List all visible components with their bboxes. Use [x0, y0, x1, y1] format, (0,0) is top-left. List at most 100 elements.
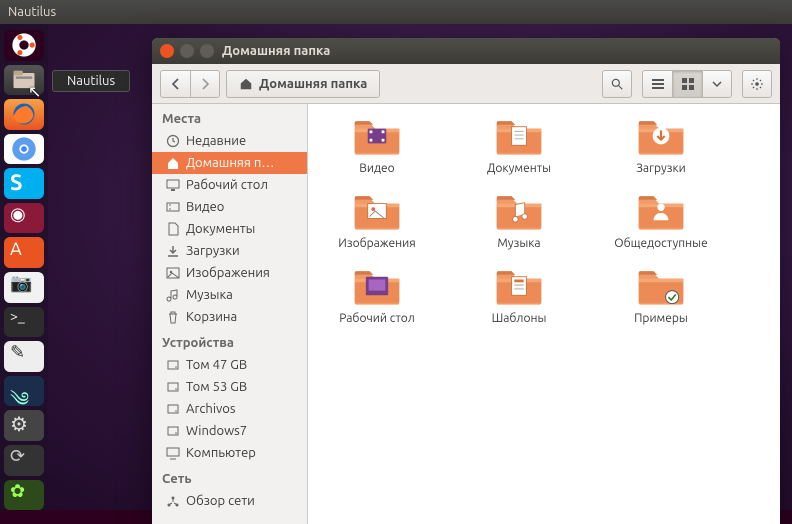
sidebar-item-label: Корзина	[186, 310, 237, 324]
launcher-updates[interactable]: ⟳	[4, 445, 44, 476]
sidebar-item-label: Том 53 GB	[186, 380, 247, 394]
view-grid-button[interactable]	[672, 70, 702, 98]
sidebar-item-label: Документы	[186, 222, 255, 236]
launcher-screenshot[interactable]: 📷	[4, 272, 44, 303]
launcher-app1[interactable]: ◉	[4, 203, 44, 234]
sidebar-header-places: Места	[152, 104, 307, 130]
skype-icon: S	[10, 170, 38, 198]
folder-5[interactable]: Общедоступные	[606, 189, 716, 250]
search-icon	[610, 77, 624, 91]
window-content: Места НедавниеДомашняя п…Рабочий столВид…	[152, 104, 780, 524]
sidebar-item-places-3[interactable]: Видео	[152, 196, 307, 218]
update-icon: ⟳	[10, 446, 38, 474]
disk-icon	[166, 424, 180, 438]
launcher-app3[interactable]: ✿	[4, 480, 44, 511]
back-button[interactable]	[160, 70, 190, 98]
folder-1[interactable]: Документы	[464, 114, 574, 175]
chevron-down-icon	[712, 79, 722, 89]
terminal-icon: >_	[10, 308, 38, 336]
camera-icon: 📷	[10, 273, 38, 301]
disk-icon	[166, 380, 180, 394]
firefox-icon	[10, 100, 38, 128]
path-button[interactable]: Домашняя папка	[226, 70, 380, 98]
sidebar-item-label: Windows7	[186, 424, 247, 438]
home-icon	[239, 77, 253, 91]
sidebar-item-places-1[interactable]: Домашняя п…	[152, 152, 307, 174]
download-icon	[166, 244, 180, 258]
launcher-app2[interactable]: ༄	[4, 376, 44, 407]
panel-app-name: Nautilus	[8, 5, 56, 19]
window-titlebar[interactable]: Домашняя папка	[152, 38, 780, 64]
folder-icon	[635, 264, 687, 308]
sidebar-item-places-8[interactable]: Корзина	[152, 306, 307, 328]
sidebar-item-places-6[interactable]: Изображения	[152, 262, 307, 284]
minimize-button[interactable]	[180, 44, 194, 58]
sidebar-item-places-4[interactable]: Документы	[152, 218, 307, 240]
folder-icon	[351, 189, 403, 233]
sidebar-item-devices-2[interactable]: Archivos	[152, 398, 307, 420]
trash-icon	[166, 310, 180, 324]
folder-label: Общедоступные	[614, 237, 707, 250]
swirl-icon: ༄	[10, 377, 38, 405]
folder-icon	[493, 264, 545, 308]
folder-7[interactable]: Шаблоны	[464, 264, 574, 325]
launcher-software[interactable]: A	[4, 237, 44, 268]
sidebar-item-places-7[interactable]: Музыка	[152, 284, 307, 306]
folder-icon	[351, 264, 403, 308]
sidebar-item-label: Видео	[186, 200, 224, 214]
launcher-chromium[interactable]	[4, 134, 44, 165]
maximize-button[interactable]	[200, 44, 214, 58]
sidebar-item-label: Загрузки	[186, 244, 240, 258]
launcher-skype[interactable]: S	[4, 168, 44, 199]
sidebar-item-label: Недавние	[186, 134, 246, 148]
sidebar-item-devices-0[interactable]: Том 47 GB	[152, 354, 307, 376]
sidebar-item-label: Рабочий стол	[186, 178, 268, 192]
gear-icon	[750, 77, 764, 91]
launcher-terminal[interactable]: >_	[4, 307, 44, 338]
disk-icon	[166, 358, 180, 372]
sidebar-item-label: Компьютер	[186, 446, 256, 460]
menu-button[interactable]	[742, 70, 772, 98]
forward-button[interactable]	[190, 70, 220, 98]
launcher-firefox[interactable]	[4, 99, 44, 130]
view-dropdown-button[interactable]	[702, 70, 732, 98]
folder-label: Примеры	[634, 312, 688, 325]
green-icon: ✿	[10, 481, 38, 509]
launcher-dash[interactable]	[4, 30, 44, 61]
folder-label: Шаблоны	[492, 312, 547, 325]
sidebar-item-devices-4[interactable]: Компьютер	[152, 442, 307, 464]
icon-view[interactable]: Видео Документы Загрузки Изображения Музыка О…	[308, 104, 780, 524]
sidebar-item-devices-1[interactable]: Том 53 GB	[152, 376, 307, 398]
folder-label: Рабочий стол	[339, 312, 415, 325]
folder-label: Музыка	[497, 237, 540, 250]
sidebar-item-devices-3[interactable]: Windows7	[152, 420, 307, 442]
sidebar-item-places-0[interactable]: Недавние	[152, 130, 307, 152]
folder-icon	[635, 114, 687, 158]
grid-icon	[681, 77, 695, 91]
chevron-left-icon	[170, 78, 182, 90]
folder-3[interactable]: Изображения	[322, 189, 432, 250]
disk-icon	[166, 402, 180, 416]
folder-4[interactable]: Музыка	[464, 189, 574, 250]
close-button[interactable]	[160, 44, 174, 58]
view-mode-group	[642, 70, 732, 98]
sidebar-item-places-5[interactable]: Загрузки	[152, 240, 307, 262]
computer-icon	[166, 446, 180, 460]
folder-8[interactable]: Примеры	[606, 264, 716, 325]
nautilus-window: Домашняя папка Домашняя папка Места Неда…	[152, 38, 780, 524]
sidebar-item-network-0[interactable]: Обзор сети	[152, 490, 307, 512]
desktop-icon	[166, 178, 180, 192]
clock-icon	[166, 134, 180, 148]
folder-2[interactable]: Загрузки	[606, 114, 716, 175]
folder-6[interactable]: Рабочий стол	[322, 264, 432, 325]
launcher-settings[interactable]: ⚙	[4, 410, 44, 441]
window-controls	[160, 44, 214, 58]
folder-icon	[493, 189, 545, 233]
sidebar-item-places-2[interactable]: Рабочий стол	[152, 174, 307, 196]
view-list-button[interactable]	[642, 70, 672, 98]
folder-label: Документы	[487, 162, 551, 175]
search-button[interactable]	[602, 70, 632, 98]
folder-icon	[493, 114, 545, 158]
folder-0[interactable]: Видео	[322, 114, 432, 175]
launcher-gedit[interactable]: ✎	[4, 341, 44, 372]
